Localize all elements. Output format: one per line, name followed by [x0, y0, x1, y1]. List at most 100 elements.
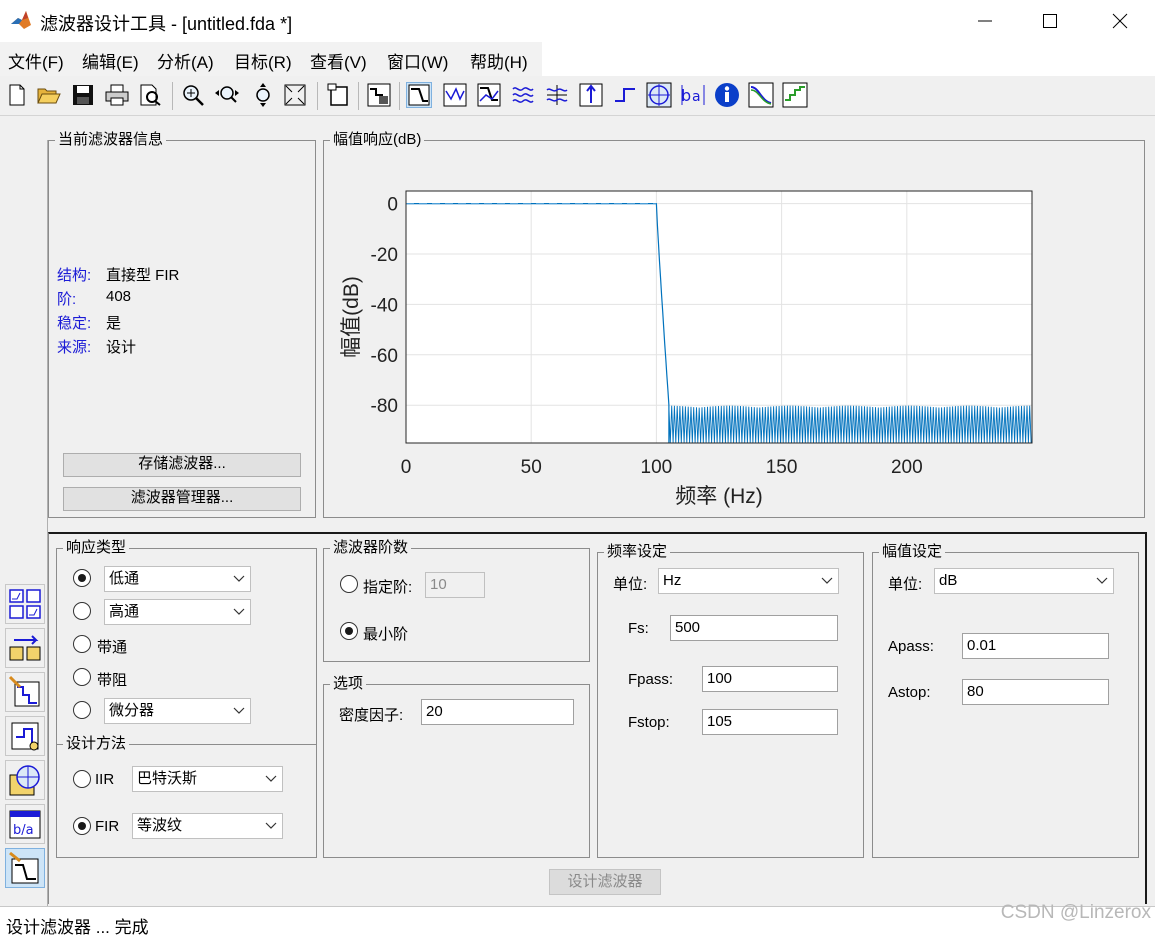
specify-order-input[interactable]: 10: [425, 572, 485, 598]
realize-model-button[interactable]: [5, 628, 45, 668]
astop-input[interactable]: 80: [962, 679, 1109, 705]
minimize-button[interactable]: [950, 0, 1020, 42]
phase-response-button[interactable]: [442, 82, 468, 108]
filter-coefficients-button[interactable]: ba: [680, 82, 706, 108]
toolbar-separator: [399, 82, 400, 110]
mag-units-value: dB: [939, 572, 958, 589]
round-off-noise-icon: [782, 82, 808, 108]
quantize-button[interactable]: b/a: [5, 804, 45, 844]
frequency-spec-panel: 频率设定 单位: Hz Fs: 500 Fpass: 100 Fstop: 10…: [597, 543, 864, 858]
watermark: CSDN @Linzerox: [1000, 902, 1151, 923]
menu-target[interactable]: 目标(R): [234, 48, 292, 73]
magnitude-response-chart[interactable]: 0 50 100 150 200 0 -20 -40 -60 -80 频率 (Hz) 幅值(dB): [324, 141, 1144, 517]
lowpass-select[interactable]: 低通: [104, 566, 251, 592]
maximize-icon: [1043, 14, 1057, 28]
magnitude-response-button[interactable]: [406, 82, 432, 108]
fpass-input[interactable]: 100: [702, 666, 838, 692]
group-delay-button[interactable]: [510, 82, 536, 108]
design-filter-action-button[interactable]: 设计滤波器: [549, 869, 661, 895]
density-factor-input[interactable]: 20: [421, 699, 574, 725]
close-button[interactable]: [1085, 0, 1155, 42]
specify-order-label: 指定阶:: [363, 579, 413, 596]
differentiator-select-value: 微分器: [109, 702, 155, 719]
mag-units-select[interactable]: dB: [934, 568, 1114, 594]
minimum-order-radio[interactable]: [340, 622, 358, 640]
chevron-down-icon: [260, 767, 282, 791]
magnitude-phase-icon: [477, 83, 501, 107]
iir-radio[interactable]: [73, 770, 91, 788]
phase-delay-button[interactable]: [544, 82, 570, 108]
differentiator-select[interactable]: 微分器: [104, 698, 251, 724]
fir-method-value: 等波纹: [137, 817, 183, 834]
chevron-down-icon: [1091, 569, 1113, 593]
differentiator-radio[interactable]: [73, 701, 91, 719]
round-off-noise-button[interactable]: [782, 82, 808, 108]
y-tick-label: -20: [371, 245, 398, 266]
design-filter-button[interactable]: [5, 848, 45, 888]
freq-units-value: Hz: [663, 572, 682, 589]
filter-info-button[interactable]: [714, 82, 740, 108]
pole-zero-editor-button[interactable]: [5, 716, 45, 756]
open-file-button[interactable]: [36, 82, 62, 108]
frequency-spec-title: 频率设定: [604, 543, 671, 561]
minimize-icon: [978, 20, 992, 22]
pole-zero-editor-icon: [11, 722, 39, 751]
new-file-button[interactable]: [4, 82, 30, 108]
fir-label: FIR: [95, 818, 120, 835]
lowpass-select-value: 低通: [109, 570, 140, 587]
maximize-button[interactable]: [1015, 0, 1085, 42]
bandstop-radio[interactable]: [73, 668, 91, 686]
phase-delay-icon: [546, 85, 568, 105]
current-filter-info-title: 当前滤波器信息: [55, 131, 167, 149]
menu-help[interactable]: 帮助(H): [470, 48, 528, 73]
response-type-title: 响应类型: [63, 539, 130, 557]
store-filter-button[interactable]: 存储滤波器...: [63, 453, 301, 477]
impulse-response-icon: [579, 83, 603, 107]
fs-input[interactable]: 500: [670, 615, 838, 641]
fir-radio[interactable]: [73, 817, 91, 835]
menu-file[interactable]: 文件(F): [8, 48, 64, 73]
step-response-button[interactable]: [612, 82, 638, 108]
zoom-in-button[interactable]: [180, 82, 206, 108]
menu-analysis[interactable]: 分析(A): [157, 48, 214, 73]
magnitude-estimate-button[interactable]: [748, 82, 774, 108]
specify-order-radio[interactable]: [340, 575, 358, 593]
astop-label: Astop:: [888, 684, 931, 701]
filter-designer-window: 滤波器设计工具 - [untitled.fda *] 文件(F) 编辑(E) 分…: [0, 0, 1155, 940]
menu-view[interactable]: 查看(V): [310, 48, 367, 73]
print-preview-button[interactable]: [138, 82, 164, 108]
fs-label: Fs:: [628, 620, 649, 637]
transform-filter-button[interactable]: [5, 584, 45, 624]
apass-input[interactable]: 0.01: [962, 633, 1109, 659]
new-figure-button[interactable]: [326, 82, 352, 108]
fstop-input[interactable]: 105: [702, 709, 838, 735]
freq-units-label: 单位:: [613, 576, 648, 593]
zoom-y-button[interactable]: [250, 82, 276, 108]
x-tick-label: 100: [641, 457, 673, 478]
full-view-button[interactable]: [282, 82, 308, 108]
iir-method-select[interactable]: 巴特沃斯: [132, 766, 283, 792]
multirate-button[interactable]: [5, 760, 45, 800]
magnitude-response-icon: [408, 84, 430, 106]
zoom-x-button[interactable]: [214, 82, 240, 108]
filter-order-panel: 滤波器阶数 指定阶: 10 最小阶: [323, 539, 590, 662]
full-analysis-button[interactable]: [366, 82, 392, 108]
fir-method-select[interactable]: 等波纹: [132, 813, 283, 839]
toolbar: ba: [0, 76, 1155, 116]
print-button[interactable]: [104, 82, 130, 108]
freq-units-select[interactable]: Hz: [658, 568, 839, 594]
impulse-response-button[interactable]: [578, 82, 604, 108]
highpass-radio[interactable]: [73, 602, 91, 620]
highpass-select[interactable]: 高通: [104, 599, 251, 625]
menu-edit[interactable]: 编辑(E): [82, 48, 139, 73]
menu-window[interactable]: 窗口(W): [387, 48, 448, 73]
transform-filter-icon: [9, 589, 41, 619]
import-filter-button[interactable]: [5, 672, 45, 712]
magnitude-phase-button[interactable]: [476, 82, 502, 108]
options-panel: 选项 密度因子: 20: [323, 675, 590, 858]
filter-manager-button[interactable]: 滤波器管理器...: [63, 487, 301, 511]
pole-zero-button[interactable]: [646, 82, 672, 108]
lowpass-radio[interactable]: [73, 569, 91, 587]
save-button[interactable]: [70, 82, 96, 108]
bandpass-radio[interactable]: [73, 635, 91, 653]
